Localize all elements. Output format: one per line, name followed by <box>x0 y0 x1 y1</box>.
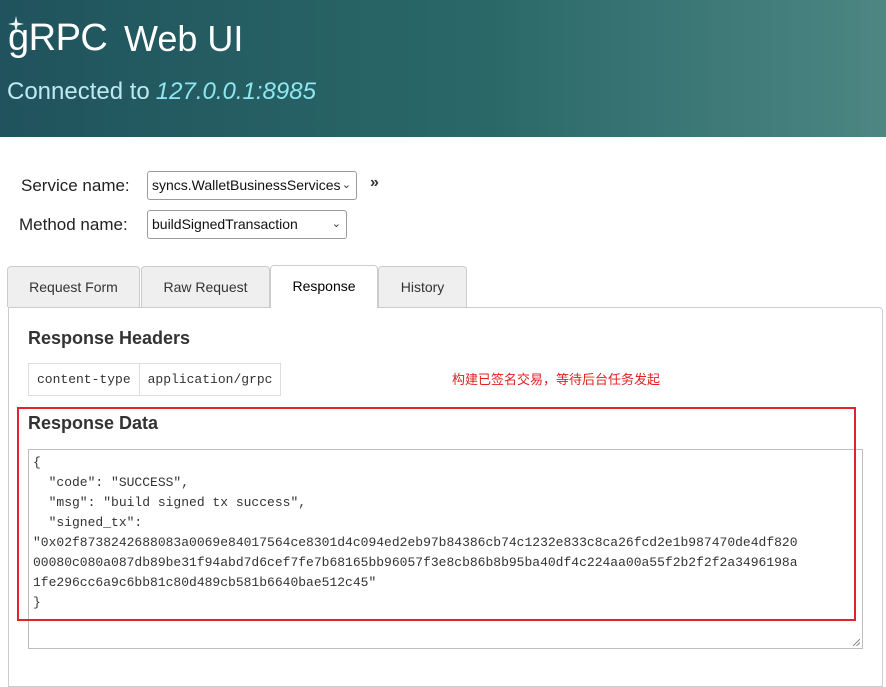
resize-handle-icon[interactable] <box>852 638 860 646</box>
connection-status: Connected to 127.0.0.1:8985 <box>7 76 316 108</box>
chevron-down-icon: ⌄ <box>341 179 351 191</box>
method-label: Method name: <box>19 215 128 234</box>
grpc-logo: gRPC <box>8 17 108 59</box>
response-headers-table: content-type application/grpc <box>28 363 282 396</box>
tab-history[interactable]: History <box>378 266 467 307</box>
server-address: 127.0.0.1:8985 <box>155 78 316 105</box>
tab-request-form[interactable]: Request Form <box>7 266 140 307</box>
response-headers-title: Response Headers <box>28 328 191 348</box>
method-select-value: buildSignedTransaction <box>152 216 298 232</box>
service-select[interactable]: syncs.WalletBusinessServices ⌄ <box>147 171 357 200</box>
chevron-down-icon: ⌄ <box>331 218 341 230</box>
annotation-note: 构建已签名交易，等待后台任务发起 <box>452 372 661 387</box>
header-value: application/grpc <box>138 364 281 395</box>
tab-response[interactable]: Response <box>270 265 378 308</box>
page-title: Web UI <box>124 18 244 59</box>
highlight-box <box>17 407 856 621</box>
invoke-button[interactable]: » <box>370 174 379 192</box>
tab-raw-request[interactable]: Raw Request <box>141 266 270 307</box>
app-header: gRPC Web UI Connected to 127.0.0.1:8985 <box>0 0 886 137</box>
connected-label: Connected to <box>7 78 150 105</box>
method-select[interactable]: buildSignedTransaction ⌄ <box>147 210 347 239</box>
service-select-value: syncs.WalletBusinessServices <box>152 177 341 193</box>
service-label: Service name: <box>21 176 130 195</box>
header-key: content-type <box>37 372 131 387</box>
